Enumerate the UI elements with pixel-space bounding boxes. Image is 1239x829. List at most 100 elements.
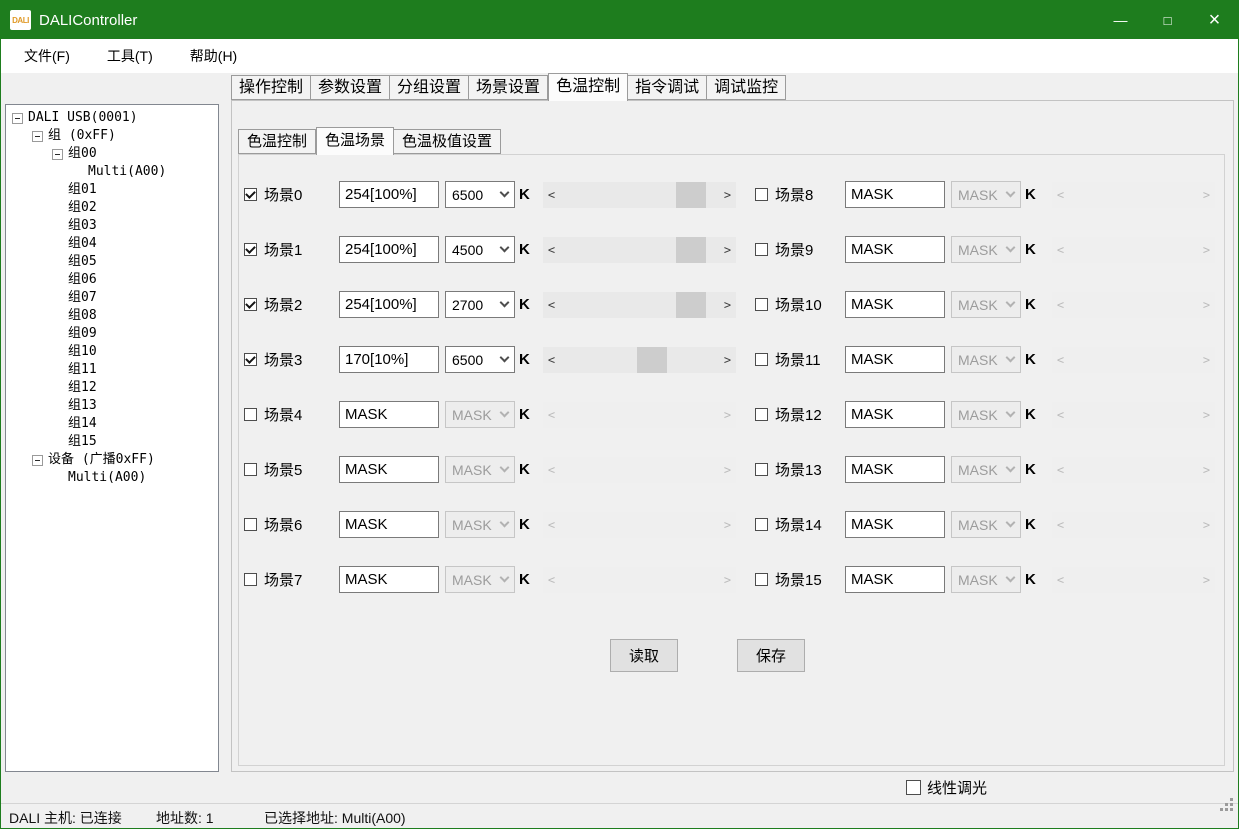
scrollbar-right-arrow-icon[interactable]: > <box>719 353 736 367</box>
scene-checkbox[interactable] <box>755 463 768 476</box>
main-tab[interactable]: 色温控制 <box>548 73 628 101</box>
sub-tab[interactable]: 色温控制 <box>238 129 316 154</box>
scrollbar-right-arrow-icon[interactable]: > <box>719 188 736 202</box>
tree-node[interactable]: 组12 <box>6 379 218 397</box>
tree-node[interactable]: 组 (0xFF) <box>6 127 218 145</box>
scene-value-input[interactable]: 170[10%] <box>339 346 439 373</box>
tree-node[interactable]: 组08 <box>6 307 218 325</box>
scrollbar-left-arrow-icon[interactable]: < <box>543 188 560 202</box>
scrollbar-thumb[interactable] <box>676 292 706 318</box>
tree-collapse-icon[interactable] <box>12 113 23 124</box>
close-button[interactable]: × <box>1191 1 1238 39</box>
tree-node[interactable]: 组06 <box>6 271 218 289</box>
scene-value-input[interactable]: MASK <box>339 401 439 428</box>
menu-item[interactable]: 文件(F) <box>10 46 84 66</box>
minimize-button[interactable]: — <box>1097 1 1144 39</box>
scene-value-input[interactable]: MASK <box>845 181 945 208</box>
main-tab[interactable]: 调试监控 <box>707 75 786 100</box>
scene-checkbox[interactable] <box>755 298 768 311</box>
scene-checkbox[interactable] <box>244 408 257 421</box>
tree-node[interactable]: 组07 <box>6 289 218 307</box>
tree-node[interactable]: 设备 (广播0xFF) <box>6 451 218 469</box>
main-tab[interactable]: 场景设置 <box>469 75 548 100</box>
main-tab[interactable]: 分组设置 <box>390 75 469 100</box>
main-tab[interactable]: 操作控制 <box>231 75 311 100</box>
scrollbar-right-arrow-icon[interactable]: > <box>719 243 736 257</box>
scene-value-input[interactable]: 254[100%] <box>339 181 439 208</box>
tree-node[interactable]: 组00 <box>6 145 218 163</box>
tree-collapse-icon[interactable] <box>52 149 63 160</box>
scene-value-input[interactable]: MASK <box>339 511 439 538</box>
temperature-scrollbar[interactable]: <> <box>543 347 736 373</box>
scene-checkbox[interactable] <box>244 298 257 311</box>
scene-checkbox[interactable] <box>755 518 768 531</box>
scrollbar-right-arrow-icon[interactable]: > <box>719 298 736 312</box>
kelvin-select[interactable]: 4500 <box>445 236 515 263</box>
main-tab[interactable]: 指令调试 <box>628 75 707 100</box>
menu-item[interactable]: 工具(T) <box>93 46 167 66</box>
temperature-scrollbar[interactable]: <> <box>543 292 736 318</box>
scrollbar-thumb[interactable] <box>676 237 706 263</box>
scene-checkbox[interactable] <box>244 188 257 201</box>
read-button[interactable]: 读取 <box>610 639 678 672</box>
tree-node[interactable]: 组05 <box>6 253 218 271</box>
temperature-scrollbar[interactable]: <> <box>543 182 736 208</box>
resize-grip[interactable] <box>1230 808 1233 811</box>
scene-checkbox[interactable] <box>244 573 257 586</box>
tree-node[interactable]: DALI USB(0001) <box>6 109 218 127</box>
kelvin-select[interactable]: 2700 <box>445 291 515 318</box>
scene-checkbox[interactable] <box>755 188 768 201</box>
scene-value-input[interactable]: MASK <box>845 566 945 593</box>
scene-value-input[interactable]: MASK <box>339 566 439 593</box>
scene-value-input[interactable]: 254[100%] <box>339 291 439 318</box>
scrollbar-left-arrow-icon[interactable]: < <box>543 243 560 257</box>
save-button[interactable]: 保存 <box>737 639 805 672</box>
tree-node[interactable]: Multi(A00) <box>6 163 218 181</box>
scene-checkbox[interactable] <box>244 243 257 256</box>
tree-node[interactable]: 组03 <box>6 217 218 235</box>
scene-checkbox[interactable] <box>244 518 257 531</box>
tree-node[interactable]: 组09 <box>6 325 218 343</box>
scene-value-input[interactable]: MASK <box>339 456 439 483</box>
tree-collapse-icon[interactable] <box>32 131 43 142</box>
tree-node[interactable]: 组04 <box>6 235 218 253</box>
temperature-scrollbar[interactable]: <> <box>543 237 736 263</box>
scrollbar-left-arrow-icon[interactable]: < <box>543 353 560 367</box>
tree-node[interactable]: 组11 <box>6 361 218 379</box>
scene-checkbox[interactable] <box>244 353 257 366</box>
scrollbar-left-arrow-icon[interactable]: < <box>543 298 560 312</box>
scrollbar-track[interactable] <box>560 182 719 208</box>
scrollbar-thumb[interactable] <box>676 182 706 208</box>
main-tab[interactable]: 参数设置 <box>311 75 390 100</box>
tree-node[interactable]: 组15 <box>6 433 218 451</box>
scene-checkbox[interactable] <box>244 463 257 476</box>
sub-tab[interactable]: 色温场景 <box>316 127 394 155</box>
tree-node[interactable]: 组01 <box>6 181 218 199</box>
scene-value-input[interactable]: MASK <box>845 291 945 318</box>
scene-value-input[interactable]: MASK <box>845 346 945 373</box>
kelvin-select[interactable]: 6500 <box>445 181 515 208</box>
sub-tab[interactable]: 色温极值设置 <box>394 129 501 154</box>
maximize-button[interactable]: □ <box>1144 1 1191 39</box>
scene-checkbox[interactable] <box>755 353 768 366</box>
scene-value-input[interactable]: MASK <box>845 401 945 428</box>
scrollbar-track[interactable] <box>560 292 719 318</box>
menu-item[interactable]: 帮助(H) <box>176 46 251 66</box>
scrollbar-track[interactable] <box>560 347 719 373</box>
tree-node[interactable]: 组10 <box>6 343 218 361</box>
tree-node[interactable]: 组02 <box>6 199 218 217</box>
scene-checkbox[interactable] <box>755 573 768 586</box>
tree-node[interactable]: Multi(A00) <box>6 469 218 487</box>
linear-dimming-checkbox[interactable] <box>906 780 921 795</box>
scene-checkbox[interactable] <box>755 408 768 421</box>
tree-node[interactable]: 组13 <box>6 397 218 415</box>
titlebar[interactable]: DALI DALIController — □ × <box>1 1 1238 39</box>
scene-checkbox[interactable] <box>755 243 768 256</box>
scrollbar-thumb[interactable] <box>637 347 667 373</box>
scene-value-input[interactable]: MASK <box>845 236 945 263</box>
scene-value-input[interactable]: MASK <box>845 511 945 538</box>
tree-node[interactable]: 组14 <box>6 415 218 433</box>
tree-collapse-icon[interactable] <box>32 455 43 466</box>
kelvin-select[interactable]: 6500 <box>445 346 515 373</box>
scene-value-input[interactable]: MASK <box>845 456 945 483</box>
